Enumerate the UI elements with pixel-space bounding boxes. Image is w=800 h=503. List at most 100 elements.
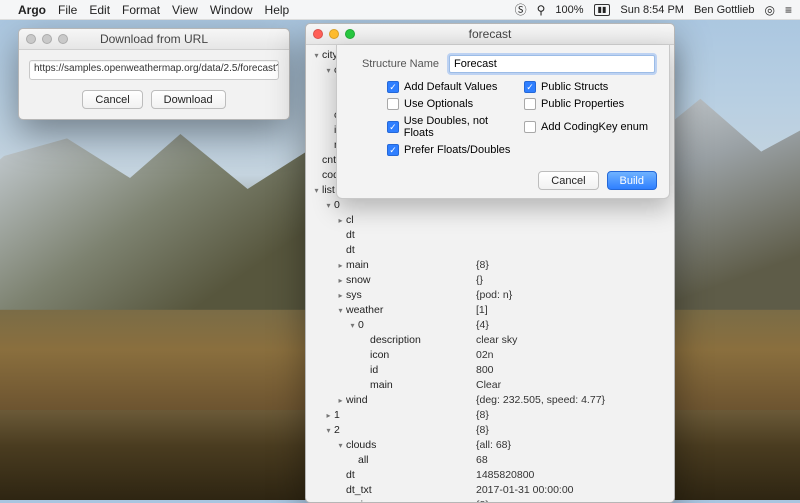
checkbox-icon[interactable]: ✓ xyxy=(524,81,536,93)
menubar: Argo File Edit Format View Window Help Ⓢ… xyxy=(0,0,800,20)
download-titlebar[interactable]: Download from URL xyxy=(19,29,289,50)
option-label: Add CodingKey enum xyxy=(541,121,648,133)
tree-row[interactable]: dt xyxy=(306,242,674,257)
disclosure-closed-icon[interactable]: ▸ xyxy=(336,216,345,225)
tree-key: id xyxy=(370,364,378,376)
checkbox-icon[interactable] xyxy=(524,121,536,133)
tree-value: {4} xyxy=(476,319,668,331)
tree-key: main xyxy=(346,259,369,271)
sheet-cancel-button[interactable]: Cancel xyxy=(538,171,598,190)
minimize-icon[interactable] xyxy=(329,29,339,39)
checkbox-icon[interactable]: ✓ xyxy=(387,144,399,156)
tree-row[interactable]: ▸1{8} xyxy=(306,407,674,422)
disclosure-open-icon[interactable]: ▾ xyxy=(312,186,321,195)
zoom-icon[interactable] xyxy=(345,29,355,39)
cancel-button[interactable]: Cancel xyxy=(82,90,142,109)
download-url-window: Download from URL https://samples.openwe… xyxy=(18,28,290,120)
tree-key: sys xyxy=(346,289,362,301)
notification-center-icon[interactable]: ≡ xyxy=(785,3,792,17)
disclosure-open-icon[interactable]: ▾ xyxy=(324,426,333,435)
option-label: Use Doubles, not Floats xyxy=(404,115,518,139)
tree-row[interactable]: dt1485820800 xyxy=(306,467,674,482)
checkbox-icon[interactable] xyxy=(387,98,399,110)
menu-file[interactable]: File xyxy=(58,3,77,17)
option-coding-key[interactable]: Add CodingKey enum xyxy=(524,115,655,139)
menu-window[interactable]: Window xyxy=(210,3,253,17)
structure-name-label: Structure Name xyxy=(351,58,439,70)
disclosure-closed-icon[interactable]: ▸ xyxy=(336,291,345,300)
checkbox-icon[interactable] xyxy=(524,98,536,110)
menu-user[interactable]: Ben Gottlieb xyxy=(694,4,755,16)
disclosure-closed-icon[interactable]: ▸ xyxy=(336,261,345,270)
battery-percent: 100% xyxy=(555,4,583,16)
forecast-titlebar[interactable]: forecast xyxy=(306,24,674,45)
tree-key: dt_txt xyxy=(346,484,372,496)
option-public-props[interactable]: Public Properties xyxy=(524,98,655,110)
battery-icon[interactable]: ▮▮ xyxy=(594,4,611,16)
close-icon[interactable] xyxy=(313,29,323,39)
url-input[interactable]: https://samples.openweathermap.org/data/… xyxy=(29,60,279,80)
tree-key: all xyxy=(358,454,369,466)
tree-row[interactable]: ▾clouds{all: 68} xyxy=(306,437,674,452)
menu-edit[interactable]: Edit xyxy=(89,3,110,17)
tree-row[interactable]: ▾weather[1] xyxy=(306,302,674,317)
disclosure-closed-icon[interactable]: ▸ xyxy=(336,396,345,405)
tree-key: dt xyxy=(346,469,355,481)
checkbox-icon[interactable]: ✓ xyxy=(387,81,399,93)
option-use-optionals[interactable]: Use Optionals xyxy=(387,98,518,110)
option-public-structs[interactable]: ✓Public Structs xyxy=(524,81,655,93)
tree-row[interactable]: ▸main{8} xyxy=(306,257,674,272)
skype-icon[interactable]: Ⓢ xyxy=(515,1,527,18)
menu-view[interactable]: View xyxy=(172,3,198,17)
tree-key: 1 xyxy=(334,409,340,421)
disclosure-open-icon[interactable]: ▾ xyxy=(324,201,333,210)
menu-help[interactable]: Help xyxy=(265,3,290,17)
download-button[interactable]: Download xyxy=(151,90,226,109)
tree-row[interactable]: ▾0 xyxy=(306,197,674,212)
disclosure-closed-icon[interactable]: ▸ xyxy=(324,411,333,420)
tree-value: {deg: 232.505, speed: 4.77} xyxy=(476,394,668,406)
option-add-defaults[interactable]: ✓Add Default Values xyxy=(387,81,518,93)
app-name[interactable]: Argo xyxy=(18,3,46,17)
tree-key: list xyxy=(322,184,335,196)
option-prefer-floats[interactable]: ✓Prefer Floats/Doubles xyxy=(387,144,518,156)
tree-row[interactable]: all 68 xyxy=(306,452,674,467)
tree-row[interactable]: ▸sys{pod: n} xyxy=(306,287,674,302)
wifi-icon[interactable]: ⚲ xyxy=(537,3,546,17)
option-use-doubles[interactable]: ✓ Use Doubles, not Floats xyxy=(387,115,518,139)
disclosure-open-icon[interactable]: ▾ xyxy=(336,441,345,450)
tree-row[interactable]: id800 xyxy=(306,362,674,377)
menu-clock[interactable]: Sun 8:54 PM xyxy=(620,4,684,16)
sheet-build-button[interactable]: Build xyxy=(607,171,657,190)
tree-value: {} xyxy=(476,274,668,286)
tree-row[interactable]: descriptionclear sky xyxy=(306,332,674,347)
download-title: Download from URL xyxy=(100,32,208,46)
tree-row[interactable]: dt xyxy=(306,227,674,242)
tree-row[interactable]: ▸wind{deg: 232.505, speed: 4.77} xyxy=(306,392,674,407)
close-icon[interactable] xyxy=(26,34,36,44)
checkbox-icon[interactable]: ✓ xyxy=(387,121,399,133)
disclosure-open-icon[interactable]: ▾ xyxy=(312,51,321,60)
tree-row[interactable]: dt_txt 2017-01-31 00:00:00 xyxy=(306,482,674,497)
tree-row[interactable]: ▸snow{} xyxy=(306,272,674,287)
disclosure-closed-icon[interactable]: ▸ xyxy=(336,276,345,285)
tree-row[interactable]: ▸cl xyxy=(306,212,674,227)
tree-value: 2017-01-31 00:00:00 xyxy=(476,484,668,496)
tree-value: 68 xyxy=(476,454,668,466)
disclosure-open-icon[interactable]: ▾ xyxy=(336,501,345,503)
menu-format[interactable]: Format xyxy=(122,3,160,17)
tree-row[interactable]: ▾0{4} xyxy=(306,317,674,332)
tree-row[interactable]: mainClear xyxy=(306,377,674,392)
tree-value: 02n xyxy=(476,349,668,361)
spotlight-icon[interactable]: ◎ xyxy=(765,3,775,17)
disclosure-open-icon[interactable]: ▾ xyxy=(348,321,357,330)
tree-value: [1] xyxy=(476,304,668,316)
disclosure-open-icon[interactable]: ▾ xyxy=(324,66,333,75)
zoom-icon[interactable] xyxy=(58,34,68,44)
structure-name-input[interactable] xyxy=(449,55,655,73)
tree-row[interactable]: ▾2{8} xyxy=(306,422,674,437)
forecast-title: forecast xyxy=(469,27,512,41)
tree-row[interactable]: icon02n xyxy=(306,347,674,362)
disclosure-open-icon[interactable]: ▾ xyxy=(336,306,345,315)
minimize-icon[interactable] xyxy=(42,34,52,44)
